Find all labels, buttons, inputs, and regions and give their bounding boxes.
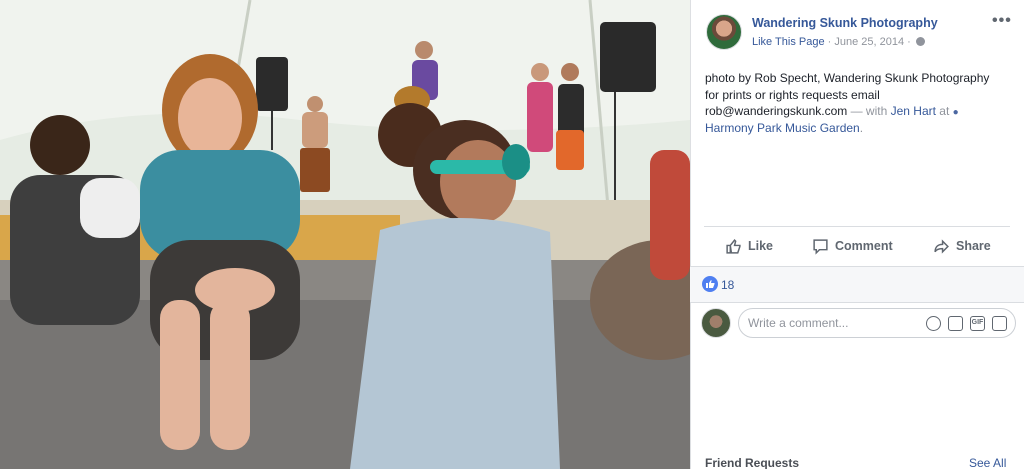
comment-input[interactable]: Write a comment... GIF — [738, 308, 1016, 338]
like-button[interactable]: Like — [725, 236, 773, 256]
caption-line-1: photo by Rob Specht, Wandering Skunk Pho… — [705, 71, 990, 85]
like-icon — [726, 238, 741, 254]
post-photo[interactable] — [0, 0, 690, 469]
actions-top-divider — [704, 226, 1010, 227]
see-all-link[interactable]: See All — [969, 456, 1006, 469]
like-reaction-icon[interactable] — [702, 276, 718, 292]
share-icon — [934, 238, 949, 254]
caption-line-4: Harmony Park Music Garden. — [705, 120, 1015, 137]
at-text: at — [935, 104, 953, 118]
more-icon[interactable]: ••• — [992, 12, 1012, 30]
reactions-bar: 18 — [690, 266, 1024, 303]
meta-separator-2: · — [904, 36, 914, 48]
page-name-link[interactable]: Wandering Skunk Photography — [752, 16, 938, 30]
email-text: rob@wanderingskunk.com — [705, 104, 848, 118]
panel-divider — [690, 0, 691, 469]
comment-label: Comment — [835, 239, 893, 253]
comment-placeholder: Write a comment... — [748, 316, 849, 330]
emoji-icon[interactable] — [926, 316, 941, 331]
post-meta: Like This Page · June 25, 2014 · — [752, 36, 925, 48]
commenter-avatar — [701, 308, 731, 338]
caption-line-3: rob@wanderingskunk.com — with Jen Hart a… — [705, 103, 1015, 120]
friend-requests-heading: Friend Requests — [705, 456, 800, 469]
pin-icon: ● — [952, 107, 959, 118]
comment-icon — [813, 238, 828, 255]
photo-illustration — [0, 0, 690, 469]
with-text: — with — [847, 104, 891, 118]
tagged-person-link[interactable]: Jen Hart — [891, 104, 936, 118]
globe-icon — [915, 37, 925, 46]
meta-separator: · — [824, 36, 835, 48]
comment-button[interactable]: Comment — [812, 236, 893, 256]
gif-icon[interactable]: GIF — [970, 316, 985, 331]
camera-icon[interactable] — [948, 316, 963, 331]
like-this-page-link[interactable]: Like This Page — [752, 36, 825, 48]
period-text: . — [859, 120, 864, 135]
share-label: Share — [956, 239, 991, 253]
post-caption: photo by Rob Specht, Wandering Skunk Pho… — [705, 70, 1015, 136]
like-label: Like — [748, 239, 774, 253]
reaction-count[interactable]: 18 — [721, 278, 734, 292]
sticker-icon[interactable] — [992, 316, 1007, 331]
share-button[interactable]: Share — [933, 236, 991, 256]
post-date[interactable]: June 25, 2014 — [834, 36, 904, 48]
caption-line-2: for prints or rights requests email — [705, 87, 880, 102]
post-side-panel: Wandering Skunk Photography Like This Pa… — [690, 0, 1024, 469]
page-avatar[interactable] — [706, 14, 742, 50]
location-link[interactable]: Harmony Park Music Garden — [705, 121, 860, 135]
